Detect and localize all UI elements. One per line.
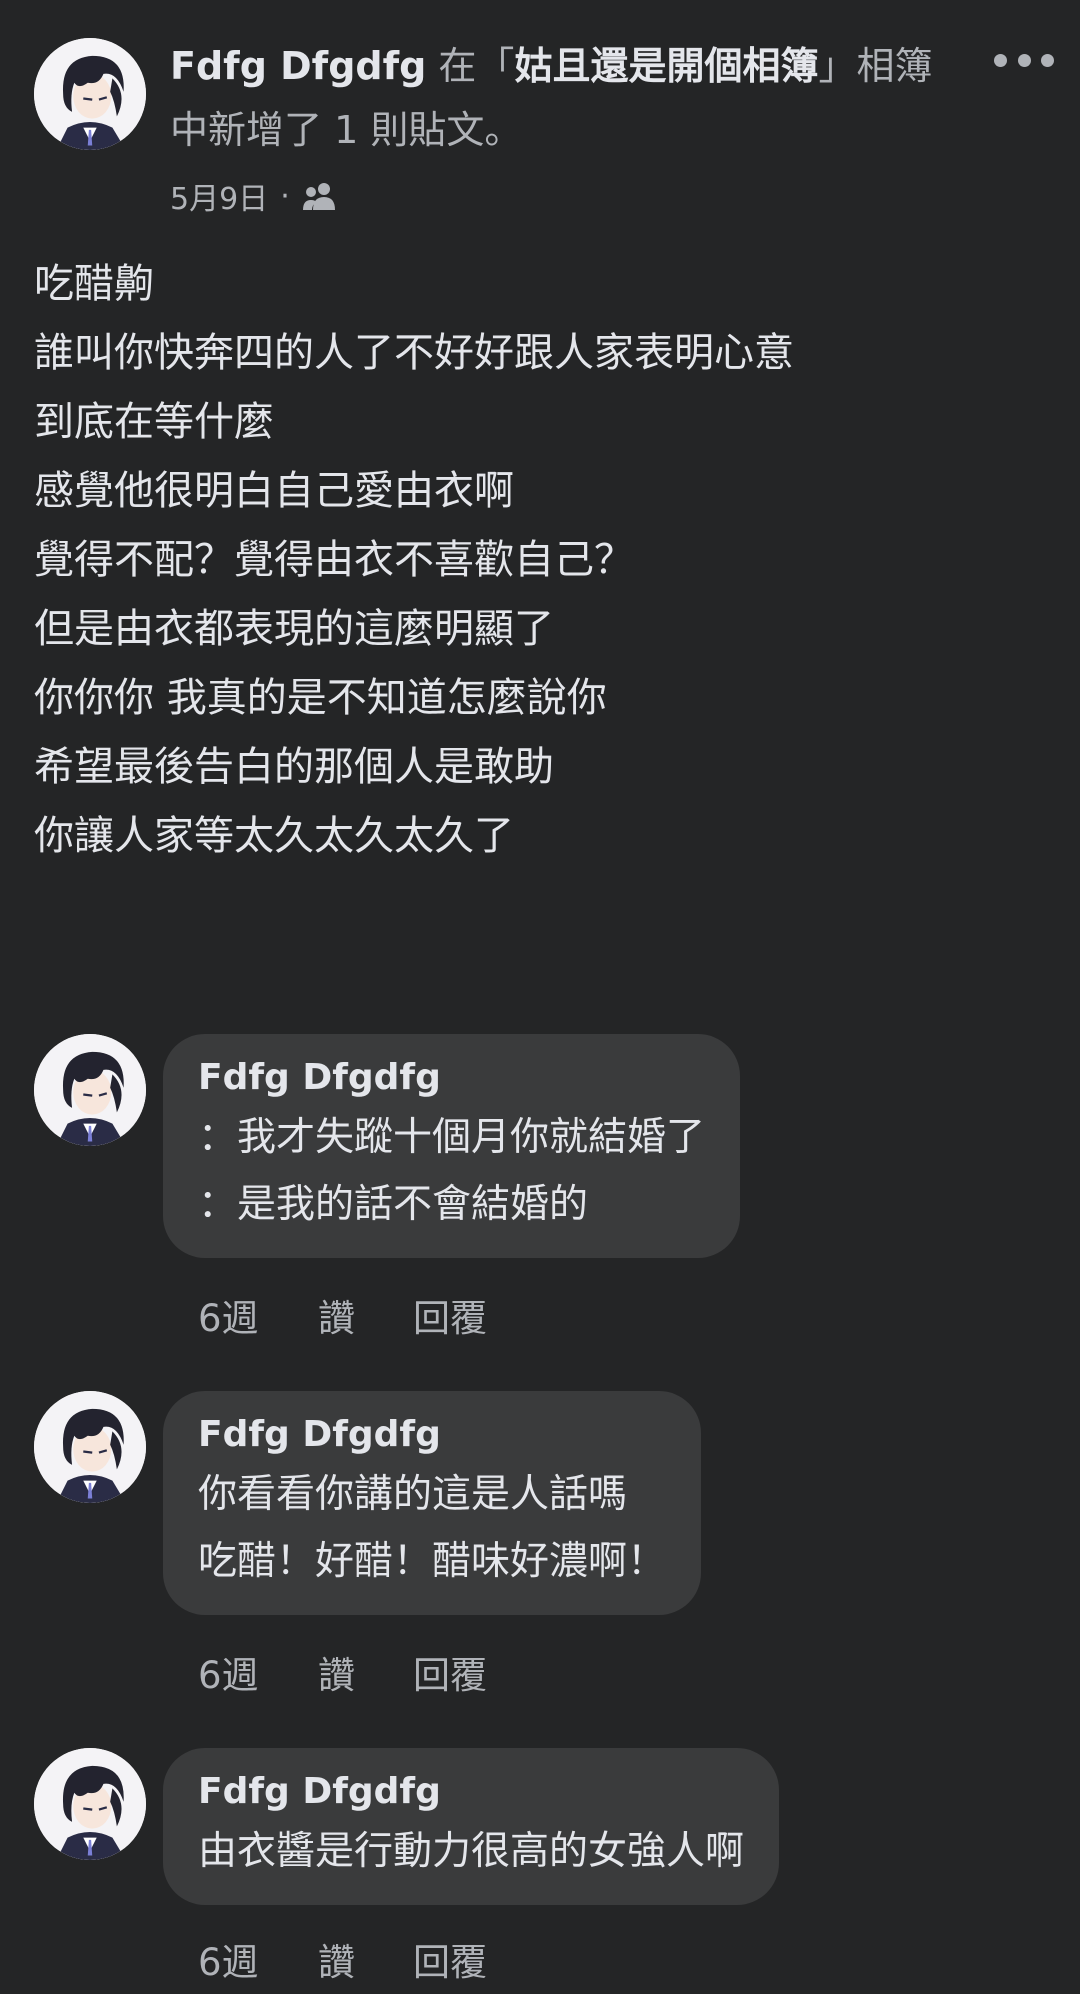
comment-author[interactable]: Fdfg Dfgdfg — [198, 1052, 705, 1104]
author-name[interactable]: Fdfg Dfgdfg — [170, 44, 426, 88]
more-dot — [1017, 53, 1031, 67]
comment-time[interactable]: 6週 — [198, 1294, 318, 1344]
comment-text-line: 你看看你講的這是人話嗎 — [198, 1472, 628, 1517]
post-body: 吃醋齁誰叫你快奔四的人了不好好跟人家表明心意 到底在等什麼感覺他很明白自己愛由衣啊… — [34, 250, 1034, 871]
comment-time[interactable]: 6週 — [198, 1938, 318, 1988]
comment-text-line: ：是我的話不會結婚的 — [198, 1182, 589, 1227]
post-text-line: 誰叫你快奔四的人了不好好跟人家表明心意 — [34, 330, 794, 376]
post-text-line: 你你你 我真的是不知道怎麼說你 — [34, 675, 607, 721]
header-action-prefix: 在「 — [426, 44, 515, 88]
comment-author[interactable]: Fdfg Dfgdfg — [198, 1766, 744, 1818]
comment-bubble[interactable]: Fdfg Dfgdfg ：我才失蹤十個月你就結婚了 ：是我的話不會結婚的 — [163, 1034, 741, 1258]
avatar-illustration — [34, 1391, 146, 1503]
comment-actions: 6週 讚 回覆 — [198, 1651, 487, 1701]
comment-actions: 6週 讚 回覆 — [198, 1294, 487, 1344]
post-meta: 5月9日 · — [170, 172, 338, 220]
like-button[interactable]: 讚 — [318, 1294, 413, 1344]
more-dot — [1041, 53, 1054, 67]
meta-separator: · — [280, 178, 290, 214]
like-button[interactable]: 讚 — [318, 1651, 413, 1701]
comment-text-line: ：我才失蹤十個月你就結婚了 — [198, 1115, 706, 1160]
comment-bubble[interactable]: Fdfg Dfgdfg 由衣醬是行動力很高的女強人啊 — [163, 1748, 780, 1905]
comment-actions: 6週 讚 回覆 — [198, 1938, 487, 1988]
post-page: Fdfg Dfgdfg 在「姑且還是開個相簿」相簿中新增了 1 則貼文。 5月9… — [0, 0, 1080, 1994]
comment-bubble[interactable]: Fdfg Dfgdfg 你看看你講的這是人話嗎 吃醋！好醋！醋味好濃啊！ — [163, 1391, 702, 1615]
post-date[interactable]: 5月9日 — [170, 174, 268, 218]
avatar-illustration — [34, 38, 146, 150]
post-text-line: 吃醋齁 — [34, 261, 154, 307]
avatar-illustration — [34, 1748, 146, 1860]
comment-avatar[interactable] — [34, 1034, 146, 1146]
more-dot — [994, 53, 1007, 67]
reply-button[interactable]: 回覆 — [413, 1651, 487, 1701]
post-text-line: 感覺他很明白自己愛由衣啊 — [34, 468, 514, 514]
more-options-icon[interactable] — [994, 40, 1054, 80]
post-text-line: 到底在等什麼 — [34, 399, 274, 445]
post-text-line: 覺得不配？覺得由衣不喜歡自己？ — [34, 537, 634, 583]
like-button[interactable]: 讚 — [318, 1938, 413, 1988]
comment-avatar[interactable] — [34, 1391, 146, 1503]
album-link[interactable]: 姑且還是開個相簿 — [514, 44, 818, 88]
post-text-line: 你讓人家等太久太久太久了 — [34, 813, 514, 859]
comment-author[interactable]: Fdfg Dfgdfg — [198, 1409, 666, 1461]
post-text-line: 希望最後告白的那個人是敢助 — [34, 744, 554, 790]
comment-time[interactable]: 6週 — [198, 1651, 318, 1701]
author-avatar[interactable] — [34, 38, 146, 150]
comment-avatar[interactable] — [34, 1748, 146, 1860]
comment-text-line: 吃醋！好醋！醋味好濃啊！ — [198, 1539, 667, 1584]
avatar-illustration — [34, 1034, 146, 1146]
reply-button[interactable]: 回覆 — [413, 1294, 487, 1344]
comment-text-line: 由衣醬是行動力很高的女強人啊 — [198, 1829, 745, 1874]
post-text-line: 但是由衣都表現的這麼明顯了 — [34, 606, 554, 652]
post-header: Fdfg Dfgdfg 在「姑且還是開個相簿」相簿中新增了 1 則貼文。 — [170, 34, 950, 162]
reply-button[interactable]: 回覆 — [413, 1938, 487, 1988]
friends-icon[interactable] — [302, 180, 338, 212]
